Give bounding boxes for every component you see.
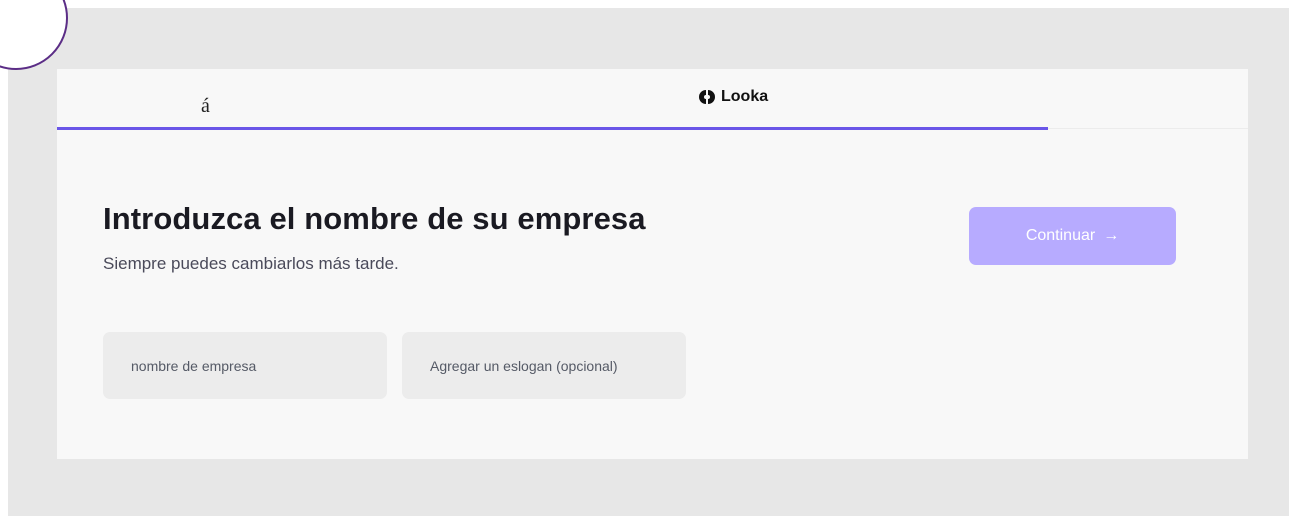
page-title: Introduzca el nombre de su empresa [103, 201, 646, 236]
slogan-input[interactable] [430, 357, 686, 374]
arrow-right-icon: → [1103, 227, 1120, 244]
company-name-field[interactable] [103, 332, 387, 399]
continue-button-label: Continuar [1025, 227, 1096, 244]
page-subtitle: Siempre puedes cambiarlos más tarde. [103, 254, 399, 273]
continue-button[interactable]: Continuar → [969, 207, 1176, 265]
page-background: 5 á Looka Introduzca el nombre de su emp… [0, 0, 1289, 516]
looka-logo-icon [699, 90, 715, 104]
logo-text: Looka [721, 88, 769, 105]
step-indicator: 5 [0, 0, 68, 70]
slogan-field[interactable] [402, 332, 686, 399]
top-bar: á Looka [57, 69, 1248, 129]
progress-bar [57, 127, 1048, 130]
back-button[interactable]: á [201, 95, 210, 118]
onboarding-card: á Looka Introduzca el nombre de su empre… [57, 69, 1248, 459]
looka-logo: Looka [699, 88, 768, 106]
company-name-input[interactable] [131, 357, 387, 374]
